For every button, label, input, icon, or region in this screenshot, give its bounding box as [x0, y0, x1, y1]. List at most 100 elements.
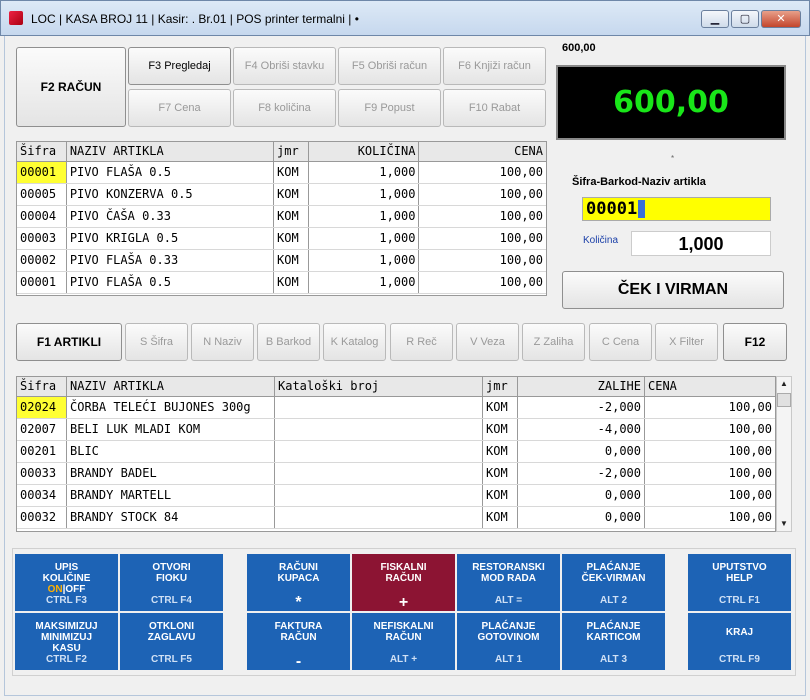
cell-sifra: 00034	[17, 485, 67, 506]
col-naziv[interactable]: NAZIV ARTIKLA	[67, 142, 275, 161]
faktura-racun-tile[interactable]: FAKTURA RAČUN -	[247, 613, 350, 670]
table-row[interactable]: 00003 PIVO KRIGLA 0.5 KOM 1,000 100,00	[17, 228, 546, 250]
table-row[interactable]: 00033 BRANDY BADEL KOM -2,000 100,00	[17, 463, 775, 485]
table-row[interactable]: 00001 PIVO FLAŠA 0.5 KOM 1,000 100,00	[17, 162, 546, 184]
cell-kolicina: 1,000	[309, 228, 420, 249]
tile-line: UPUTSTVO	[712, 562, 767, 573]
tile-line: RAČUNI	[279, 562, 318, 573]
racun-button[interactable]: F2 RAČUN	[16, 47, 126, 127]
tile-line: KASU	[52, 643, 81, 654]
kraj-tile[interactable]: KRAJ CTRL F9	[688, 613, 791, 670]
col-cena[interactable]: CENA	[419, 142, 546, 161]
articles-scrollbar[interactable]: ▲ ▼	[776, 376, 792, 532]
minimize-button[interactable]: ▁	[701, 10, 729, 28]
col-cena[interactable]: CENA	[645, 377, 775, 396]
cena-filter-button[interactable]: C Cena	[589, 323, 652, 361]
tile-shortcut: CTRL F4	[151, 595, 192, 606]
upis-kolicine-tile[interactable]: UPIS KOLIČINE ON|OFF CTRL F3	[15, 554, 118, 611]
cell-naziv: PIVO KONZERVA 0.5	[67, 184, 275, 205]
cell-cena: 100,00	[728, 400, 772, 414]
tile-shortcut: ALT =	[494, 595, 523, 606]
kolicina-button[interactable]: F8 količina	[233, 89, 336, 127]
tile-line: KRAJ	[725, 627, 754, 638]
knjizi-racun-button[interactable]: F6 Knjiži račun	[443, 47, 546, 85]
maksimizuj-tile[interactable]: MAKSIMIZUJ MINIMIZUJ KASU CTRL F2	[15, 613, 118, 670]
close-button[interactable]: ✕	[761, 10, 801, 28]
cena-button[interactable]: F7 Cena	[128, 89, 231, 127]
col-katalog[interactable]: Kataloški broj	[275, 377, 483, 396]
col-kolicina[interactable]: KOLIČINA	[309, 142, 420, 161]
scroll-down-icon[interactable]: ▼	[777, 517, 791, 531]
cell-katalog	[275, 419, 483, 440]
sifra-filter-button[interactable]: S Šifra	[125, 323, 188, 361]
tile-line: OTVORI	[152, 562, 191, 573]
pregledaj-button[interactable]: F3 Pregledaj	[128, 47, 231, 85]
otkloni-zaglavu-tile[interactable]: OTKLONI ZAGLAVU CTRL F5	[120, 613, 223, 670]
scroll-thumb[interactable]	[777, 393, 791, 407]
cell-jmr: KOM	[274, 272, 309, 293]
col-sifra[interactable]: Šifra	[17, 377, 67, 396]
table-row[interactable]: 00004 PIVO ČAŠA 0.33 KOM 1,000 100,00	[17, 206, 546, 228]
cell-naziv: PIVO KRIGLA 0.5	[67, 228, 275, 249]
col-sifra[interactable]: Šifra	[17, 142, 67, 161]
table-row[interactable]: 02007 BELI LUK MLADI KOM KOM -4,000 100,…	[17, 419, 775, 441]
cell-sifra: 00033	[17, 463, 67, 484]
cell-naziv: BRANDY STOCK 84	[67, 507, 275, 528]
tile-line: FAKTURA	[274, 621, 323, 632]
otvori-fioku-tile[interactable]: OTVORI FIOKU CTRL F4	[120, 554, 223, 611]
table-row[interactable]: 00005 PIVO KONZERVA 0.5 KOM 1,000 100,00	[17, 184, 546, 206]
f12-button[interactable]: F12	[723, 323, 787, 361]
zaliha-filter-button[interactable]: Z Zaliha	[522, 323, 585, 361]
cell-cena: 100,00	[499, 275, 543, 289]
quantity-input[interactable]: 1,000	[631, 231, 771, 256]
table-row[interactable]: 00032 BRANDY STOCK 84 KOM 0,000 100,00	[17, 507, 775, 529]
nefiskalni-racun-tile[interactable]: NEFISKALNI RAČUN ALT +	[352, 613, 455, 670]
maximize-button[interactable]: ▢	[731, 10, 759, 28]
obrisi-racun-button[interactable]: F5 Obriši račun	[338, 47, 441, 85]
cell-katalog	[275, 441, 483, 462]
cell-cena: 100,00	[728, 422, 772, 436]
window-title: LOC | KASA BROJ 11 | Kasir: . Br.01 | PO…	[31, 12, 359, 26]
tile-line: RAČUN	[385, 632, 422, 643]
placanje-gotovinom-tile[interactable]: PLAĆANJE GOTOVINOM ALT 1	[457, 613, 560, 670]
col-jmr[interactable]: jmr	[483, 377, 518, 396]
table-row[interactable]: 00001 PIVO FLAŠA 0.5 KOM 1,000 100,00	[17, 272, 546, 294]
obrisi-stavku-button[interactable]: F4 Obriši stavku	[233, 47, 336, 85]
artikli-button[interactable]: F1 ARTIKLI	[16, 323, 122, 361]
rabat-button[interactable]: F10 Rabat	[443, 89, 546, 127]
cell-sifra: 00001	[17, 162, 67, 183]
placanje-karticom-tile[interactable]: PLAĆANJE KARTICOM ALT 3	[562, 613, 665, 670]
cell-zalihe: 0,000	[518, 441, 645, 462]
naziv-filter-button[interactable]: N Naziv	[191, 323, 254, 361]
cell-zalihe: -2,000	[518, 463, 645, 484]
text-caret	[638, 200, 646, 218]
popust-button[interactable]: F9 Popust	[338, 89, 441, 127]
tile-line: OTKLONI	[149, 621, 194, 632]
tile-line: PLAĆANJE	[586, 621, 641, 632]
col-jmr[interactable]: jmr	[274, 142, 309, 161]
col-naziv[interactable]: NAZIV ARTIKLA	[67, 377, 275, 396]
table-row[interactable]: 00002 PIVO FLAŠA 0.33 KOM 1,000 100,00	[17, 250, 546, 272]
racuni-kupaca-tile[interactable]: RAČUNI KUPACA *	[247, 554, 350, 611]
search-input[interactable]: 00001	[582, 197, 771, 221]
cell-cena: 100,00	[728, 444, 772, 458]
cell-cena: 100,00	[499, 165, 543, 179]
rec-filter-button[interactable]: R Reč	[390, 323, 453, 361]
filter-button[interactable]: X Filter	[655, 323, 718, 361]
katalog-filter-button[interactable]: K Katalog	[323, 323, 386, 361]
tile-shortcut: ALT 1	[494, 654, 523, 665]
uputstvo-help-tile[interactable]: UPUTSTVO HELP CTRL F1	[688, 554, 791, 611]
table-row[interactable]: 00201 BLIC KOM 0,000 100,00	[17, 441, 775, 463]
restoranski-mod-tile[interactable]: RESTORANSKI MOD RADA ALT =	[457, 554, 560, 611]
cek-virman-button[interactable]: ČEK I VIRMAN	[562, 271, 784, 309]
barkod-filter-button[interactable]: B Barkod	[257, 323, 320, 361]
table-row[interactable]: 02024 ČORBA TELEĆI BUJONES 300g KOM -2,0…	[17, 397, 775, 419]
cell-kolicina: 1,000	[309, 272, 420, 293]
cell-jmr: KOM	[483, 419, 518, 440]
placanje-cek-tile[interactable]: PLAĆANJE ČEK-VIRMAN ALT 2	[562, 554, 665, 611]
fiskalni-racun-tile[interactable]: FISKALNI RAČUN +	[352, 554, 455, 611]
table-row[interactable]: 00034 BRANDY MARTELL KOM 0,000 100,00	[17, 485, 775, 507]
veza-filter-button[interactable]: V Veza	[456, 323, 519, 361]
scroll-up-icon[interactable]: ▲	[777, 377, 791, 391]
col-zalihe[interactable]: ZALIHE	[518, 377, 645, 396]
